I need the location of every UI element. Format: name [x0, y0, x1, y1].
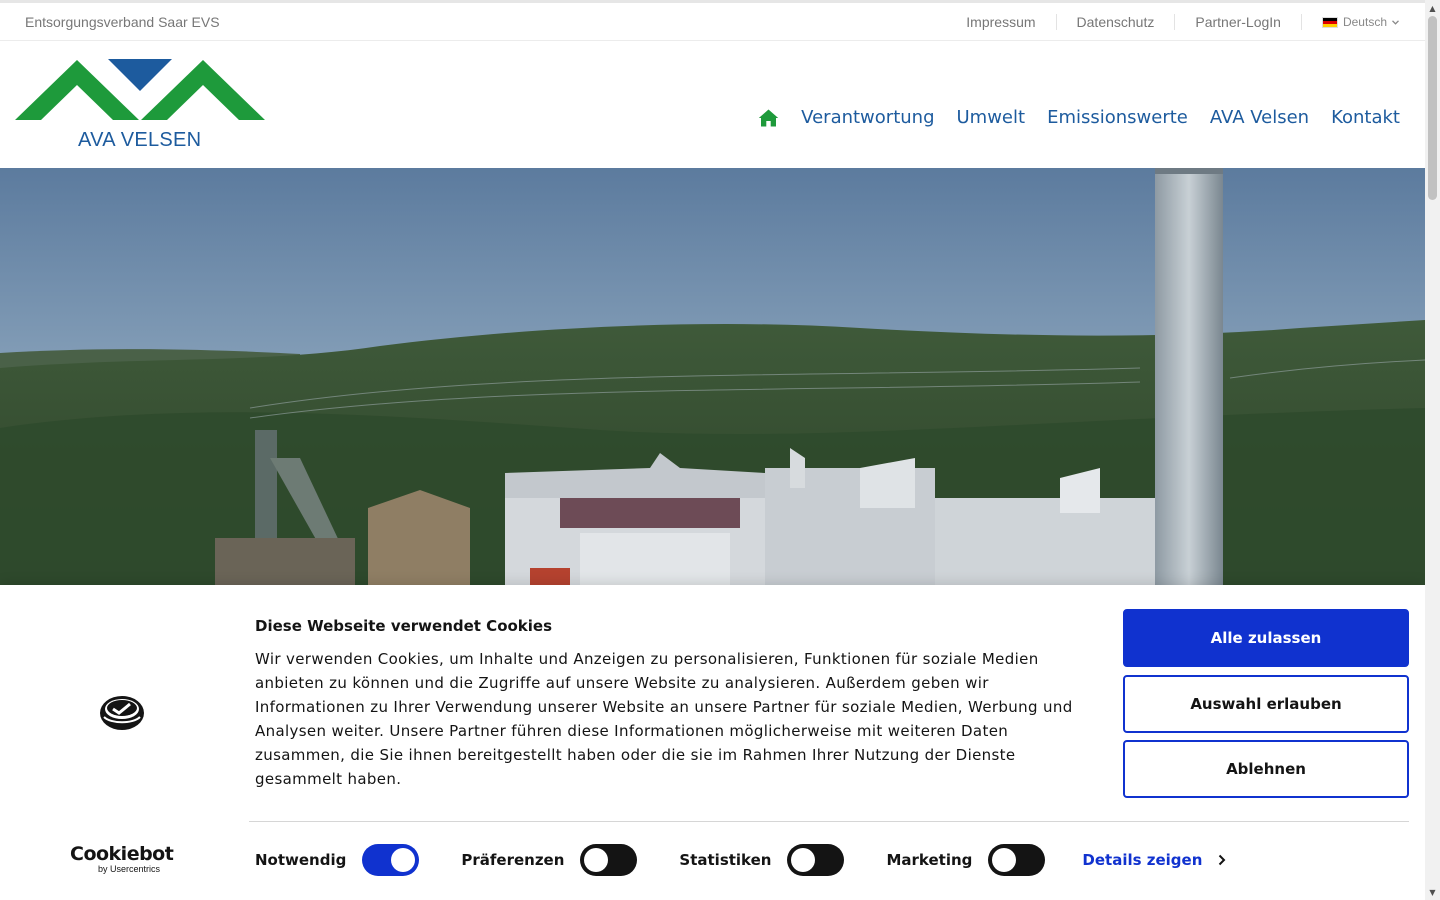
scroll-up-arrow-icon[interactable]: ▲: [1425, 1, 1440, 15]
toggle-group-necessary: Notwendig: [255, 844, 420, 876]
logo-mark: [15, 59, 265, 120]
toggle-preferences[interactable]: [580, 844, 638, 876]
toggle-group-preferences: Präferenzen: [461, 844, 638, 876]
scroll-down-arrow-icon[interactable]: ▼: [1425, 885, 1440, 899]
site-header: AVA VELSEN Verantwortung Umwelt Emission…: [0, 41, 1425, 168]
logo[interactable]: AVA VELSEN: [15, 57, 265, 152]
toggle-label-marketing: Marketing: [886, 851, 973, 869]
toggle-knob: [391, 848, 416, 872]
allow-selection-button[interactable]: Auswahl erlauben: [1123, 675, 1409, 733]
toggle-label-preferences: Präferenzen: [461, 851, 565, 869]
logo-text: AVA VELSEN: [78, 129, 202, 151]
toggle-marketing[interactable]: [988, 844, 1046, 876]
language-selector[interactable]: Deutsch: [1302, 15, 1425, 29]
details-label: Details zeigen: [1082, 851, 1203, 869]
nav-emissionswerte[interactable]: Emissionswerte: [1047, 107, 1188, 128]
datenschutz-link[interactable]: Datenschutz: [1057, 14, 1176, 30]
nav-umwelt[interactable]: Umwelt: [957, 107, 1026, 128]
chevron-right-icon: [1219, 854, 1226, 866]
page-scrollbar[interactable]: ▲ ▼: [1425, 0, 1440, 900]
org-link[interactable]: Entsorgungsverband Saar EVS: [25, 14, 220, 30]
toggle-knob: [791, 848, 816, 872]
consent-toggles: Notwendig Präferenzen Statistiken Market…: [255, 844, 1226, 876]
partner-login-link[interactable]: Partner-LogIn: [1175, 14, 1302, 30]
page: Entsorgungsverband Saar EVS Impressum Da…: [0, 0, 1425, 900]
cookiebot-logo[interactable]: Cookiebot by Usercentrics: [70, 843, 174, 877]
cookie-title: Diese Webseite verwendet Cookies: [255, 617, 553, 635]
cookie-banner: Diese Webseite verwendet Cookies Wir ver…: [0, 585, 1425, 900]
chevron-down-icon: [1392, 19, 1399, 25]
toggle-label-necessary: Notwendig: [255, 851, 347, 869]
allow-all-button[interactable]: Alle zulassen: [1123, 609, 1409, 667]
toggle-necessary[interactable]: [362, 844, 420, 876]
top-bar: Entsorgungsverband Saar EVS Impressum Da…: [0, 3, 1425, 41]
toggle-group-marketing: Marketing: [886, 844, 1046, 876]
toggle-label-statistics: Statistiken: [679, 851, 772, 869]
scroll-thumb[interactable]: [1428, 16, 1437, 200]
hero-image: [0, 168, 1425, 588]
deny-button[interactable]: Ablehnen: [1123, 740, 1409, 798]
cookie-divider: [249, 821, 1409, 822]
cookiebot-sub: by Usercentrics: [98, 864, 161, 874]
german-flag-icon: [1321, 16, 1338, 28]
language-label: Deutsch: [1342, 15, 1387, 29]
top-links: Impressum Datenschutz Partner-LogIn Deut…: [946, 3, 1425, 41]
toggle-knob: [992, 848, 1017, 872]
toggle-knob: [584, 848, 609, 872]
nav-verantwortung[interactable]: Verantwortung: [801, 107, 934, 128]
toggle-group-statistics: Statistiken: [679, 844, 845, 876]
cookie-brand-icon: [100, 696, 144, 730]
main-nav: Verantwortung Umwelt Emissionswerte AVA …: [758, 107, 1400, 128]
cookiebot-wordmark: Cookiebot: [70, 843, 174, 865]
cookie-text: Wir verwenden Cookies, um Inhalte und An…: [255, 650, 1073, 788]
details-link[interactable]: Details zeigen: [1082, 851, 1226, 869]
impressum-link[interactable]: Impressum: [946, 14, 1057, 30]
nav-ava-velsen[interactable]: AVA Velsen: [1210, 107, 1309, 128]
nav-kontakt[interactable]: Kontakt: [1331, 107, 1400, 128]
home-icon[interactable]: [758, 109, 779, 127]
toggle-statistics[interactable]: [787, 844, 845, 876]
